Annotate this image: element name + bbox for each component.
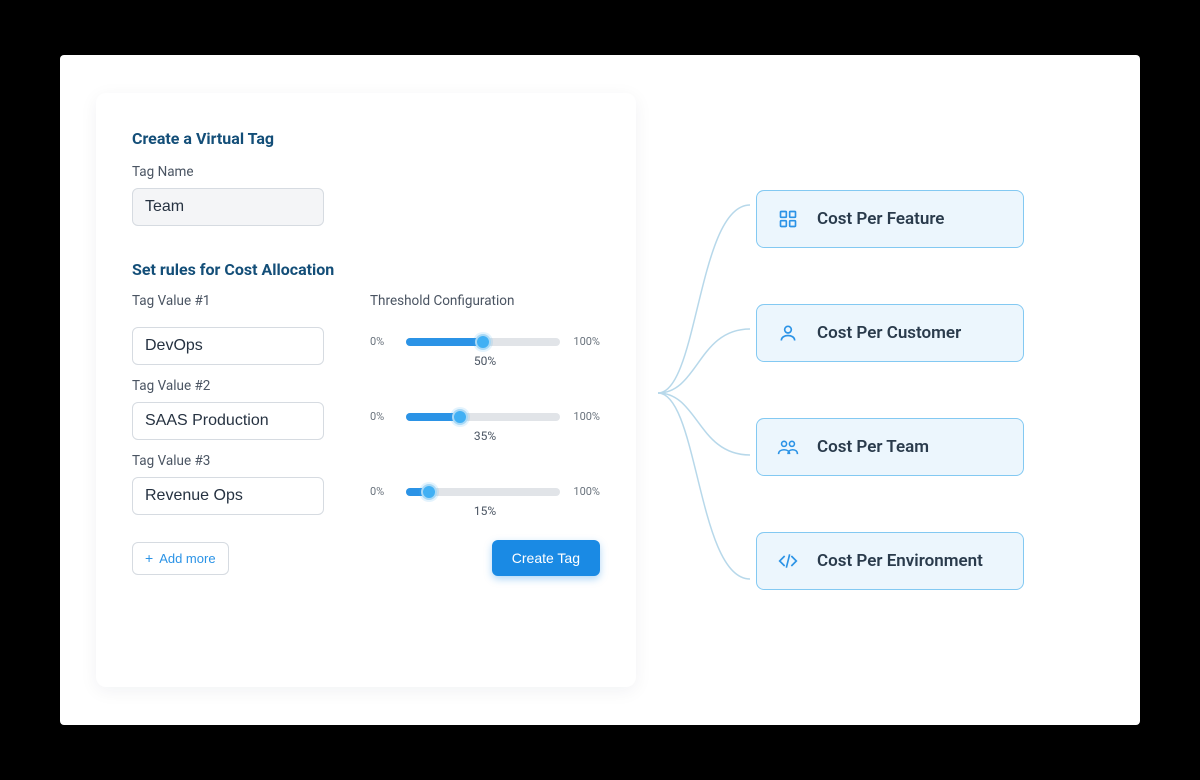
slider-min-label: 0% — [370, 335, 398, 348]
chip-label: Cost Per Customer — [817, 323, 961, 343]
slider-thumb[interactable] — [452, 409, 468, 425]
slider-value-3: 15% — [370, 504, 600, 518]
app-stage: Create a Virtual Tag Tag Name Set rules … — [60, 55, 1140, 725]
slider-max-label: 100% — [568, 410, 600, 423]
chip-cost-per-feature[interactable]: Cost Per Feature — [756, 190, 1024, 248]
virtual-tag-form: Create a Virtual Tag Tag Name Set rules … — [96, 93, 636, 687]
slider-thumb[interactable] — [475, 334, 491, 350]
chip-label: Cost Per Environment — [817, 551, 983, 571]
tag-value-3-input[interactable] — [132, 477, 324, 515]
rules-title: Set rules for Cost Allocation — [132, 260, 600, 279]
chip-cost-per-customer[interactable]: Cost Per Customer — [756, 304, 1024, 362]
tag-name-input[interactable] — [132, 188, 324, 226]
slider-thumb[interactable] — [421, 484, 437, 500]
form-title: Create a Virtual Tag — [132, 129, 600, 148]
threshold-slider-2[interactable]: 0% 100% — [370, 410, 600, 423]
slider-track[interactable] — [406, 338, 560, 346]
threshold-slider-3[interactable]: 0% 100% — [370, 485, 600, 498]
tag-name-label: Tag Name — [132, 164, 600, 180]
team-icon — [777, 436, 799, 458]
rules-header-row: Tag Value #1 Threshold Configuration — [132, 293, 600, 317]
plus-icon: + — [145, 551, 153, 565]
grid-icon — [777, 208, 799, 230]
cost-dimensions-panel: Cost Per Feature Cost Per Customer Cost … — [636, 93, 1104, 687]
chip-label: Cost Per Team — [817, 437, 929, 457]
slider-min-label: 0% — [370, 410, 398, 423]
slider-min-label: 0% — [370, 485, 398, 498]
chip-cost-per-team[interactable]: Cost Per Team — [756, 418, 1024, 476]
slider-track[interactable] — [406, 488, 560, 496]
create-tag-button[interactable]: Create Tag — [492, 540, 600, 576]
rule-row: Tag Value #2 0% 100% 35% — [132, 378, 600, 443]
slider-value-2: 35% — [370, 429, 600, 443]
code-icon — [777, 550, 799, 572]
threshold-slider-1[interactable]: 0% 100% — [370, 335, 600, 348]
add-more-label: Add more — [159, 551, 215, 566]
chip-cost-per-environment[interactable]: Cost Per Environment — [756, 532, 1024, 590]
tag-value-1-label: Tag Value #1 — [132, 293, 370, 309]
tag-value-2-input[interactable] — [132, 402, 324, 440]
threshold-header: Threshold Configuration — [370, 293, 600, 309]
slider-value-1: 50% — [370, 354, 600, 368]
tag-value-2-label: Tag Value #2 — [132, 378, 600, 394]
chip-label: Cost Per Feature — [817, 209, 944, 229]
connector-lines — [658, 93, 778, 693]
slider-fill — [406, 338, 483, 346]
rule-row: 0% 100% 50% — [132, 327, 600, 368]
form-actions: + Add more Create Tag — [132, 540, 600, 576]
tag-value-3-label: Tag Value #3 — [132, 453, 600, 469]
user-icon — [777, 322, 799, 344]
slider-max-label: 100% — [568, 335, 600, 348]
tag-value-1-input[interactable] — [132, 327, 324, 365]
rule-row: Tag Value #3 0% 100% 15% — [132, 453, 600, 518]
slider-max-label: 100% — [568, 485, 600, 498]
slider-track[interactable] — [406, 413, 560, 421]
add-more-button[interactable]: + Add more — [132, 542, 229, 575]
